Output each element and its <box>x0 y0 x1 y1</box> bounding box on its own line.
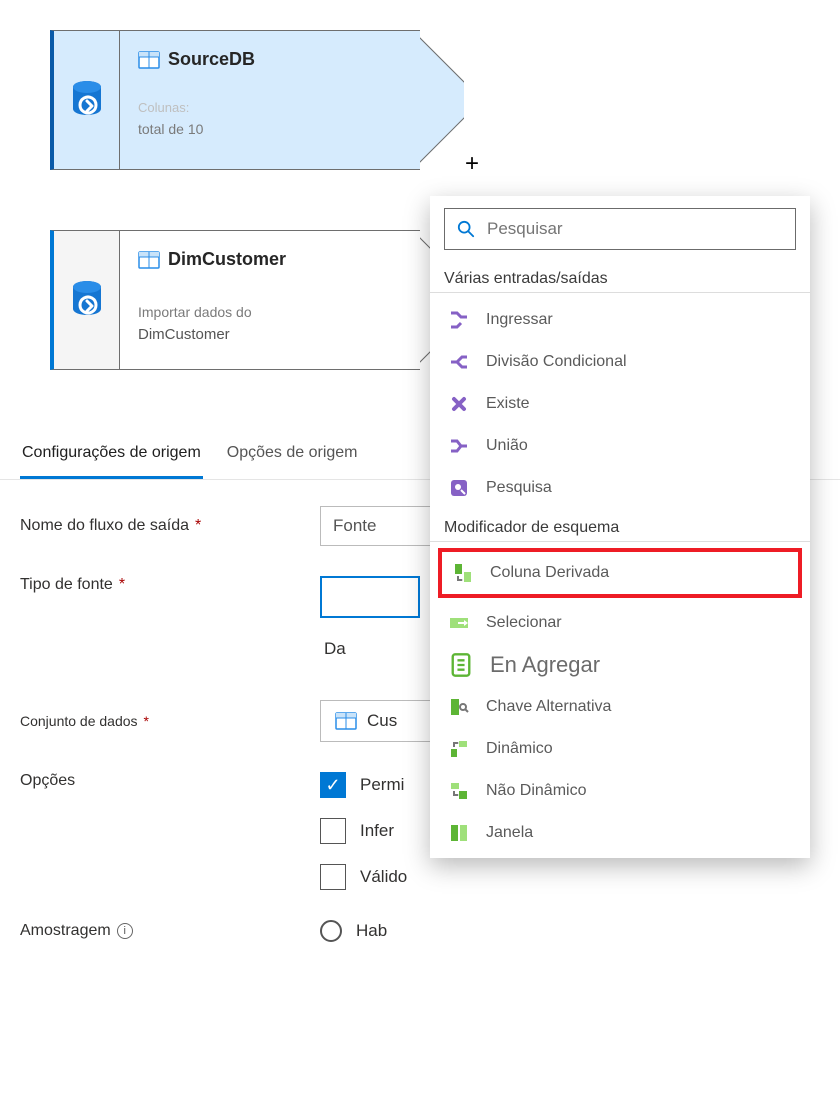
unpivot-icon <box>448 780 470 802</box>
menu-item-window[interactable]: Janela <box>430 812 810 854</box>
select-icon <box>448 612 470 634</box>
menu-item-aggregate[interactable]: En Agregar <box>430 644 810 686</box>
node-body: DimCustomer Importar dados do DimCustome… <box>120 230 420 370</box>
required-mark: * <box>144 713 149 729</box>
derived-column-icon <box>452 562 474 584</box>
node-arrow <box>420 30 464 170</box>
join-icon <box>448 309 470 331</box>
node-columns-value: total de 10 <box>138 121 400 137</box>
option-label: Válido <box>360 867 407 887</box>
node-desc-label: Importar dados do <box>138 304 400 320</box>
menu-item-label: Pesquisa <box>486 479 552 497</box>
label-options: Opções <box>20 772 300 790</box>
group-header-multi-io: Várias entradas/saídas <box>430 260 810 293</box>
menu-item-label: Janela <box>486 824 533 842</box>
datasource-icon <box>70 79 104 121</box>
node-title-text: DimCustomer <box>168 249 286 270</box>
menu-item-pivot[interactable]: Dinâmico <box>430 728 810 770</box>
menu-item-unpivot[interactable]: Não Dinâmico <box>430 770 810 812</box>
lookup-icon <box>448 477 470 499</box>
menu-item-label: Coluna Derivada <box>490 564 609 582</box>
node-body: SourceDB Colunas: total de 10 <box>120 30 420 170</box>
transformation-popover: Várias entradas/saídas Ingressar Divisão… <box>430 196 810 858</box>
highlighted-derived-column: Coluna Derivada <box>438 548 802 598</box>
label-source-type: Tipo de fonte * <box>20 576 300 594</box>
option-infer[interactable]: Infer <box>320 818 407 844</box>
checkbox-unchecked-icon[interactable] <box>320 864 346 890</box>
node-desc-value: DimCustomer <box>138 326 400 343</box>
union-icon <box>448 435 470 457</box>
menu-item-select[interactable]: Selecionar <box>430 602 810 644</box>
checkbox-checked-icon[interactable]: ✓ <box>320 772 346 798</box>
label-output-name: Nome do fluxo de saída * <box>20 517 300 535</box>
pivot-icon <box>448 738 470 760</box>
sampling-option[interactable]: Hab <box>320 920 387 942</box>
node-handle[interactable] <box>50 30 120 170</box>
menu-item-label: Não Dinâmico <box>486 782 586 800</box>
menu-item-label: Existe <box>486 395 530 413</box>
sampling-value: Hab <box>356 921 387 941</box>
option-label: Infer <box>360 821 394 841</box>
label-text: Amostragem <box>20 922 111 940</box>
window-icon <box>448 822 470 844</box>
required-mark: * <box>119 576 125 594</box>
option-valido[interactable]: Válido <box>320 864 407 890</box>
menu-item-conditional-split[interactable]: Divisão Condicional <box>430 341 810 383</box>
menu-item-lookup[interactable]: Pesquisa <box>430 467 810 509</box>
search-box[interactable] <box>444 208 796 250</box>
label-sampling: Amostragem i <box>20 922 300 940</box>
menu-item-label: Chave Alternativa <box>486 698 611 716</box>
key-icon <box>448 696 470 718</box>
add-step-button[interactable]: + <box>460 152 484 176</box>
table-icon <box>138 251 160 269</box>
source-type-extra: Da <box>320 628 420 670</box>
menu-item-join[interactable]: Ingressar <box>430 299 810 341</box>
required-mark: * <box>195 517 201 535</box>
label-text: Tipo de fonte <box>20 576 113 594</box>
menu-item-label: Divisão Condicional <box>486 353 627 371</box>
split-icon <box>448 351 470 373</box>
menu-item-label: Selecionar <box>486 614 562 632</box>
label-text: Conjunto de dados <box>20 713 138 729</box>
table-icon <box>138 51 160 69</box>
node-handle[interactable] <box>50 230 120 370</box>
menu-item-label: En Agregar <box>490 652 600 678</box>
menu-item-label: Dinâmico <box>486 740 553 758</box>
menu-item-union[interactable]: União <box>430 425 810 467</box>
table-icon <box>335 712 357 730</box>
datasource-icon <box>70 279 104 321</box>
flow-node-dimcustomer[interactable]: DimCustomer Importar dados do DimCustome… <box>50 230 420 370</box>
label-dataset: Conjunto de dados * <box>20 713 300 729</box>
menu-item-derived-column[interactable]: Coluna Derivada <box>442 554 798 592</box>
option-permi[interactable]: ✓ Permi <box>320 772 407 798</box>
label-text: Nome do fluxo de saída <box>20 517 189 535</box>
info-icon[interactable]: i <box>117 923 133 939</box>
dataset-value: Cus <box>367 711 397 731</box>
option-label: Permi <box>360 775 404 795</box>
menu-item-exists[interactable]: Existe <box>430 383 810 425</box>
node-title-text: SourceDB <box>168 49 255 70</box>
aggregate-icon <box>448 652 474 678</box>
radio-icon[interactable] <box>320 920 342 942</box>
exists-icon <box>448 393 470 415</box>
row-sampling: Amostragem i Hab <box>20 920 820 942</box>
search-icon <box>457 220 475 238</box>
tab-source-options[interactable]: Opções de origem <box>225 430 360 479</box>
group-header-schema-modifier: Modificador de esquema <box>430 509 810 542</box>
search-input[interactable] <box>487 219 783 239</box>
node-title: DimCustomer <box>138 249 400 270</box>
menu-item-surrogate-key[interactable]: Chave Alternativa <box>430 686 810 728</box>
tab-source-settings[interactable]: Configurações de origem <box>20 430 203 479</box>
menu-item-label: União <box>486 437 528 455</box>
flow-node-sourcedb[interactable]: SourceDB Colunas: total de 10 + <box>50 30 420 170</box>
source-type-selected[interactable] <box>320 576 420 618</box>
node-columns-label: Colunas: <box>138 100 400 115</box>
node-title: SourceDB <box>138 49 400 70</box>
checkbox-unchecked-icon[interactable] <box>320 818 346 844</box>
menu-item-label: Ingressar <box>486 311 553 329</box>
